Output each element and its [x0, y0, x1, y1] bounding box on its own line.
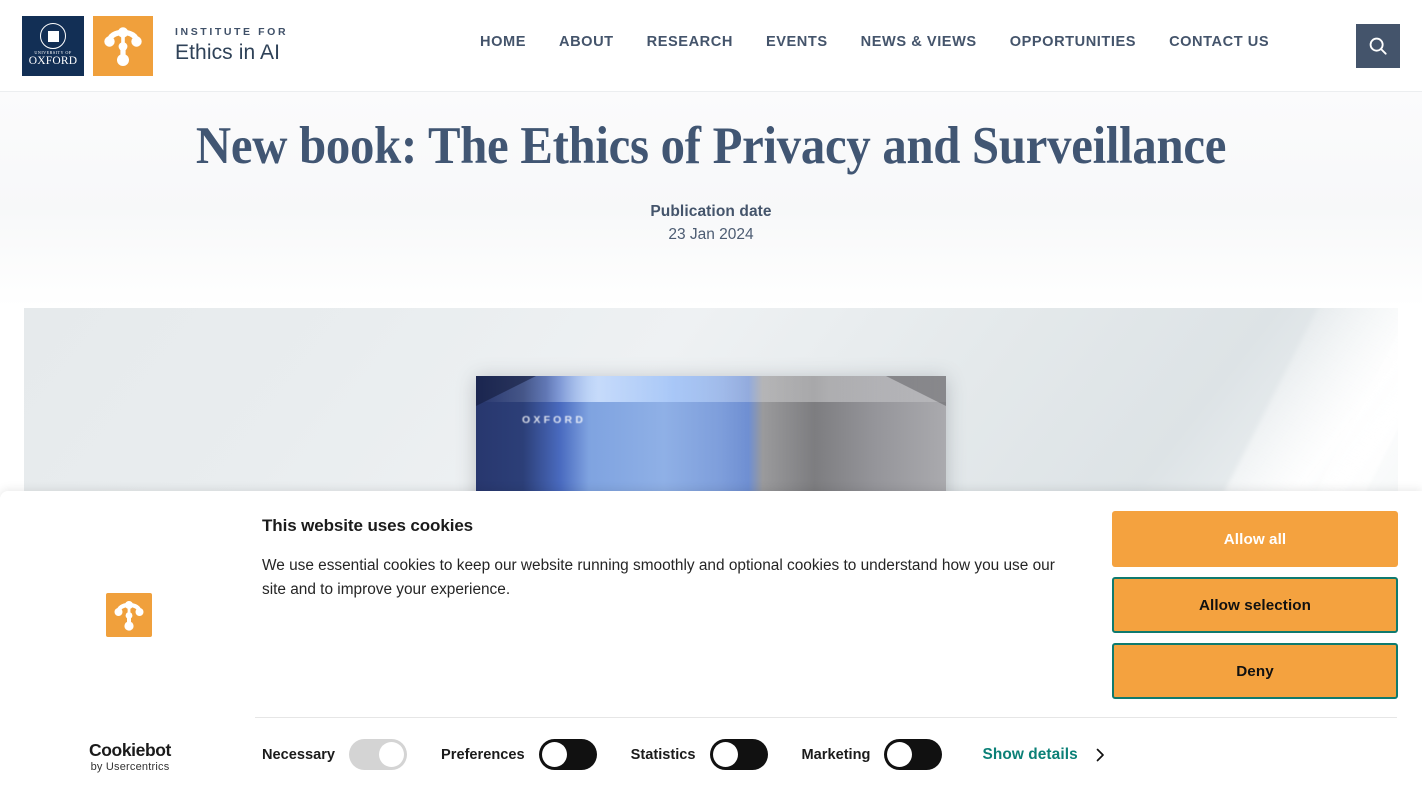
cookiebot-logo-subtitle: by Usercentrics [90, 761, 170, 774]
toggle-label-preferences: Preferences [441, 746, 525, 763]
nav-item-events[interactable]: EVENTS [766, 34, 828, 50]
cookie-banner-text-block: This website uses cookies We use essenti… [262, 516, 1072, 603]
toggle-group-marketing: Marketing [802, 739, 943, 770]
book-cover-sheen [476, 376, 946, 402]
toggle-preferences[interactable] [538, 739, 597, 770]
brand-name: Ethics in AI [175, 41, 281, 64]
search-icon [1369, 37, 1387, 55]
nav-item-contact-us[interactable]: CONTACT US [1169, 34, 1269, 50]
toggle-label-marketing: Marketing [801, 746, 871, 763]
cookie-banner-footer: Cookiebot by Usercentrics Necessary Pref… [0, 734, 1422, 800]
nav-item-home[interactable]: HOME [480, 34, 526, 50]
toggle-group-statistics: Statistics [631, 739, 768, 770]
chevron-right-icon [1092, 747, 1108, 763]
toggle-label-necessary: Necessary [262, 746, 336, 763]
allow-all-button[interactable]: Allow all [1112, 511, 1398, 567]
toggle-group-necessary: Necessary [262, 739, 408, 770]
toggle-marketing[interactable] [884, 739, 943, 770]
oxford-logo-line2: OXFORD [28, 55, 78, 68]
cookie-banner-body: We use essential cookies to keep our web… [262, 557, 1055, 599]
nav-item-news-views[interactable]: NEWS & VIEWS [861, 34, 977, 50]
book-cover-publisher-text: OXFORD [522, 414, 587, 426]
toggle-knob [379, 742, 405, 767]
nav-item-research[interactable]: RESEARCH [647, 34, 733, 50]
toggle-label-statistics: Statistics [630, 746, 696, 763]
toggle-necessary [349, 739, 408, 770]
toggle-knob [887, 742, 913, 767]
cookiebot-logo[interactable]: Cookiebot by Usercentrics [72, 740, 188, 774]
cookie-consent-banner: This website uses cookies We use essenti… [0, 491, 1422, 800]
cookie-banner-buttons: Allow all Allow selection Deny [1112, 511, 1398, 699]
toggle-group-preferences: Preferences [441, 739, 597, 770]
cookie-banner-logo [106, 593, 152, 637]
cookie-category-toggles: Necessary Preferences Statistics Marketi… [262, 739, 1108, 770]
cookie-banner-divider [255, 717, 1397, 718]
oxford-crest-icon [40, 23, 66, 50]
search-button[interactable] [1356, 24, 1400, 68]
toggle-knob [541, 742, 567, 767]
logo-block[interactable]: UNIVERSITY OF OXFORD INSTITUTE FOR Ethic… [22, 15, 288, 76]
brand-kicker: INSTITUTE FOR [175, 26, 289, 38]
institute-logo[interactable] [93, 15, 153, 76]
publication-date-label: Publication date [650, 203, 772, 221]
page-title-area: New book: The Ethics of Privacy and Surv… [0, 92, 1422, 308]
cookie-banner-title: This website uses cookies [262, 516, 474, 535]
deny-button[interactable]: Deny [1112, 643, 1398, 699]
site-header: UNIVERSITY OF OXFORD INSTITUTE FOR Ethic… [0, 0, 1422, 92]
book-cover-corner-right [886, 376, 946, 406]
toggle-statistics[interactable] [709, 739, 768, 770]
nav-item-opportunities[interactable]: OPPORTUNITIES [1010, 34, 1136, 50]
publication-date-value: 23 Jan 2024 [668, 226, 754, 244]
page-title: New book: The Ethics of Privacy and Surv… [195, 117, 1227, 175]
brand-text: INSTITUTE FOR Ethics in AI [175, 26, 288, 65]
oxford-logo[interactable]: UNIVERSITY OF OXFORD [22, 15, 84, 76]
ethics-in-ai-node-icon [114, 601, 144, 631]
main-navigation: HOME ABOUT RESEARCH EVENTS NEWS & VIEWS … [480, 34, 1269, 50]
allow-selection-button[interactable]: Allow selection [1112, 577, 1398, 633]
ethics-in-ai-node-icon [104, 26, 142, 66]
cookiebot-logo-name: Cookiebot [89, 740, 171, 760]
show-details-label: Show details [982, 745, 1078, 763]
nav-item-about[interactable]: ABOUT [559, 34, 614, 50]
show-details-link[interactable]: Show details [982, 746, 1107, 764]
book-cover-corner-left [476, 376, 536, 406]
toggle-knob [712, 742, 738, 767]
